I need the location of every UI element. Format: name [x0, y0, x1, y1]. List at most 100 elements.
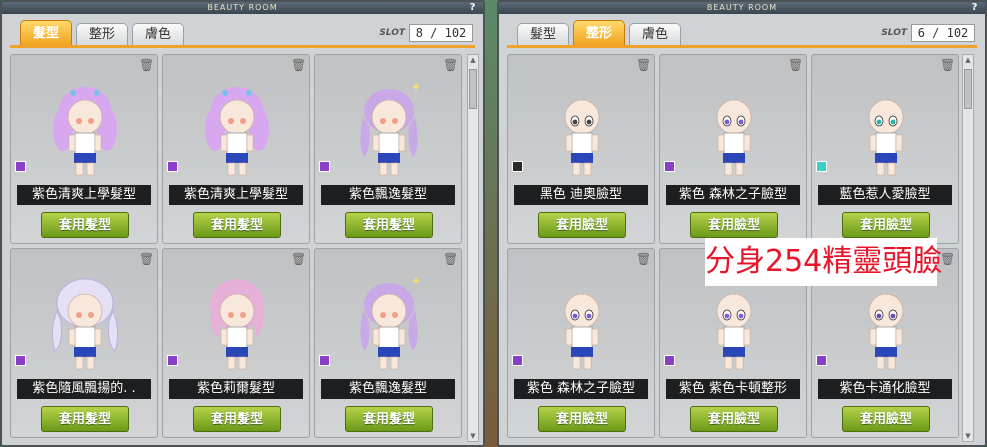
- apply-button[interactable]: 套用髮型: [41, 406, 129, 432]
- item-name: 紫色清爽上學髮型: [17, 185, 151, 205]
- tab-face[interactable]: 整形: [573, 20, 625, 45]
- character-preview: [542, 77, 622, 182]
- item-name: 紫色 森林之子臉型: [666, 185, 800, 205]
- item-name: 黑色 迪奧臉型: [514, 185, 648, 205]
- hair-beauty-room-window: BEAUTY ROOM ? 髮型 整形 膚色 SLOT 8 / 102 🗑 紫色清爽…: [0, 0, 485, 447]
- trash-icon[interactable]: 🗑: [443, 58, 458, 72]
- color-swatch: [816, 355, 827, 366]
- help-icon[interactable]: ?: [969, 2, 981, 14]
- apply-button[interactable]: 套用髮型: [345, 212, 433, 238]
- slot-value: 8 / 102: [409, 24, 473, 42]
- scroll-down-icon[interactable]: ▼: [963, 431, 973, 441]
- window-title: BEAUTY ROOM: [706, 3, 778, 12]
- color-swatch: [319, 161, 330, 172]
- item-card[interactable]: 🗑 紫色莉爾髮型 套用髮型: [162, 248, 310, 438]
- color-swatch: [167, 355, 178, 366]
- item-name: 紫色清爽上學髮型: [169, 185, 303, 205]
- character-preview: ✦: [349, 271, 429, 376]
- tab-face[interactable]: 整形: [76, 23, 128, 45]
- trash-icon[interactable]: 🗑: [940, 58, 955, 72]
- item-card[interactable]: 🗑 黑色 迪奧臉型 套用臉型: [507, 54, 655, 244]
- scroll-thumb[interactable]: [964, 69, 972, 109]
- character-preview: [45, 271, 125, 376]
- item-grid: 🗑 紫色清爽上學髮型 套用髮型 🗑 紫色清爽上學髮型 套用髮型 🗑 ✦ 紫色飄逸…: [10, 54, 465, 442]
- item-name: 紫色隨風飄揚的. .: [17, 379, 151, 399]
- item-name: 紫色飄逸髮型: [321, 379, 455, 399]
- item-name: 紫色飄逸髮型: [321, 185, 455, 205]
- item-name: 紫色卡通化臉型: [818, 379, 952, 399]
- color-swatch: [15, 161, 26, 172]
- tab-hair[interactable]: 髮型: [517, 23, 569, 45]
- scroll-up-icon[interactable]: ▲: [963, 55, 973, 65]
- color-swatch: [167, 161, 178, 172]
- window-titlebar[interactable]: BEAUTY ROOM ?: [499, 2, 985, 14]
- item-card[interactable]: 🗑 ✦ 紫色飄逸髮型 套用髮型: [314, 248, 462, 438]
- svg-text:✦: ✦: [411, 274, 421, 288]
- color-swatch: [664, 355, 675, 366]
- color-swatch: [816, 161, 827, 172]
- apply-button[interactable]: 套用臉型: [690, 212, 778, 238]
- character-preview: [45, 77, 125, 182]
- color-swatch: [15, 355, 26, 366]
- annotation-overlay: 分身254精靈頭臉: [705, 238, 942, 286]
- item-card[interactable]: 🗑 紫色 森林之子臉型 套用臉型: [507, 248, 655, 438]
- trash-icon[interactable]: 🗑: [788, 58, 803, 72]
- item-card[interactable]: 🗑 紫色隨風飄揚的. . 套用髮型: [10, 248, 158, 438]
- item-card[interactable]: 🗑 紫色 森林之子臉型 套用臉型: [659, 54, 807, 244]
- background-strip: [484, 0, 498, 447]
- tab-skin[interactable]: 膚色: [132, 23, 184, 45]
- window-title: BEAUTY ROOM: [207, 3, 278, 12]
- character-preview: ✦: [349, 77, 429, 182]
- item-name: 紫色 森林之子臉型: [514, 379, 648, 399]
- character-preview: [197, 271, 277, 376]
- character-preview: [694, 271, 774, 376]
- apply-button[interactable]: 套用髮型: [193, 406, 281, 432]
- trash-icon[interactable]: 🗑: [443, 252, 458, 266]
- character-preview: [197, 77, 277, 182]
- item-name: 藍色惹人愛臉型: [818, 185, 952, 205]
- category-tabs: 髮型 整形 膚色 SLOT 8 / 102: [10, 20, 475, 48]
- item-card[interactable]: 🗑 ✦ 紫色飄逸髮型 套用髮型: [314, 54, 462, 244]
- window-titlebar[interactable]: BEAUTY ROOM ?: [2, 2, 483, 14]
- apply-button[interactable]: 套用臉型: [842, 212, 930, 238]
- trash-icon[interactable]: 🗑: [636, 58, 651, 72]
- help-icon[interactable]: ?: [467, 2, 479, 14]
- scroll-up-icon[interactable]: ▲: [468, 55, 478, 65]
- trash-icon[interactable]: 🗑: [139, 252, 154, 266]
- color-swatch: [512, 355, 523, 366]
- item-card[interactable]: 🗑 紫色清爽上學髮型 套用髮型: [162, 54, 310, 244]
- trash-icon[interactable]: 🗑: [291, 252, 306, 266]
- slot-value: 6 / 102: [911, 24, 975, 42]
- apply-button[interactable]: 套用臉型: [538, 212, 626, 238]
- apply-button[interactable]: 套用髮型: [193, 212, 281, 238]
- apply-button[interactable]: 套用髮型: [41, 212, 129, 238]
- trash-icon[interactable]: 🗑: [291, 58, 306, 72]
- scroll-thumb[interactable]: [469, 69, 477, 109]
- tab-hair[interactable]: 髮型: [20, 20, 72, 45]
- tab-skin[interactable]: 膚色: [629, 23, 681, 45]
- scroll-down-icon[interactable]: ▼: [468, 431, 478, 441]
- character-preview: [846, 271, 926, 376]
- apply-button[interactable]: 套用臉型: [690, 406, 778, 432]
- apply-button[interactable]: 套用臉型: [842, 406, 930, 432]
- scrollbar[interactable]: ▲ ▼: [962, 54, 974, 442]
- slot-counter: SLOT 6 / 102: [881, 24, 975, 42]
- category-tabs: 髮型 整形 膚色 SLOT 6 / 102: [507, 20, 977, 48]
- character-preview: [542, 271, 622, 376]
- apply-button[interactable]: 套用髮型: [345, 406, 433, 432]
- face-beauty-room-window: BEAUTY ROOM ? 髮型 整形 膚色 SLOT 6 / 102 🗑 黑色 迪…: [497, 0, 987, 447]
- scrollbar[interactable]: ▲ ▼: [467, 54, 479, 442]
- slot-counter: SLOT 8 / 102: [379, 24, 473, 42]
- svg-text:✦: ✦: [411, 80, 421, 94]
- character-preview: [846, 77, 926, 182]
- character-preview: [694, 77, 774, 182]
- trash-icon[interactable]: 🗑: [139, 58, 154, 72]
- item-card[interactable]: 🗑 紫色清爽上學髮型 套用髮型: [10, 54, 158, 244]
- color-swatch: [319, 355, 330, 366]
- item-name: 紫色 紫色卡頓整形: [666, 379, 800, 399]
- trash-icon[interactable]: 🗑: [636, 252, 651, 266]
- slot-label: SLOT: [881, 28, 907, 38]
- color-swatch: [664, 161, 675, 172]
- item-card[interactable]: 🗑 藍色惹人愛臉型 套用臉型: [811, 54, 959, 244]
- apply-button[interactable]: 套用臉型: [538, 406, 626, 432]
